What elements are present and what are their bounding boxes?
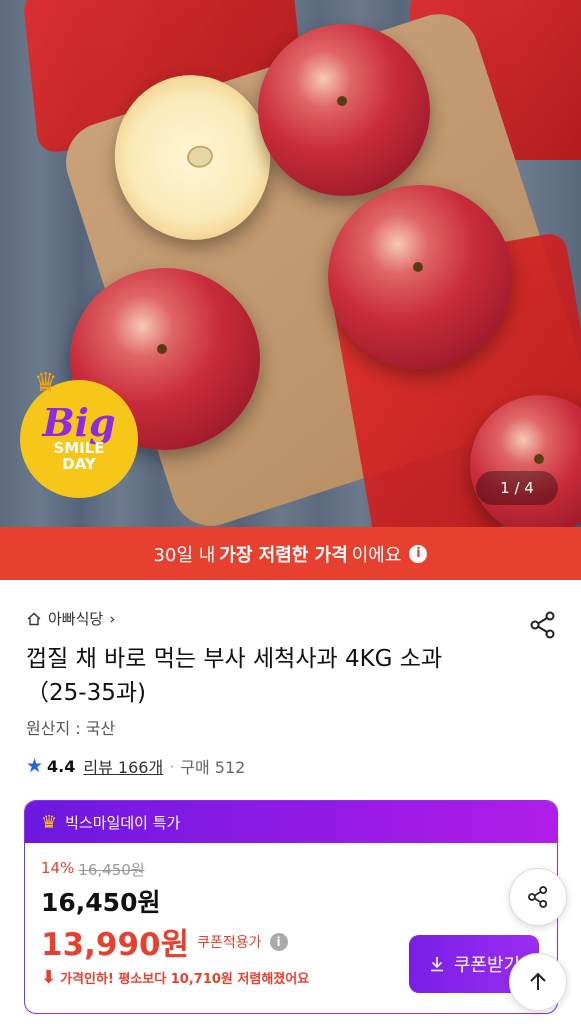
discount-percent: 14%	[41, 859, 75, 877]
crown-icon: ♛	[34, 368, 58, 398]
share-icon[interactable]	[528, 610, 558, 640]
coupon-price-row: 13,990원 쿠폰적용가 i	[41, 919, 288, 964]
big-smile-day-badge: ♛ Big SMILE DAY	[20, 368, 138, 498]
lowest-price-banner[interactable]: 30일 내 가장 저렴한 가격 이에요 i	[0, 527, 581, 580]
price-drop-text: 가격인하! 평소보다 10,710원 저렴해졌어요	[60, 972, 310, 987]
arrow-up-icon	[530, 972, 546, 990]
badge-line2: DAY	[62, 455, 96, 473]
info-icon[interactable]: i	[269, 932, 288, 951]
image-counter: 1 / 4	[476, 471, 558, 505]
banner-prefix: 30일 내	[153, 544, 216, 566]
product-image-carousel[interactable]: ♛ Big SMILE DAY 1 / 4	[0, 0, 581, 527]
star-icon: ★	[26, 755, 44, 777]
chevron-right-icon: ›	[109, 609, 116, 628]
apple-image	[258, 24, 430, 196]
coupon-price-label: 쿠폰적용가	[197, 934, 262, 951]
rating-score: 4.4	[47, 756, 76, 776]
deal-header-label: 빅스마일데이 특가	[65, 813, 181, 832]
product-title: 껍질 채 바로 먹는 부사 세척사과 4KG 소과（25-35과)	[26, 646, 443, 706]
crown-icon: ♛	[41, 811, 58, 833]
deal-card: ♛ 빅스마일데이 특가 14% 16,450원 16,450원 13,990원 …	[24, 800, 558, 1014]
purchase-count: 구매 512	[180, 758, 246, 777]
current-price: 16,450원	[41, 888, 161, 917]
banner-suffix: 이에요	[351, 544, 402, 566]
badge-line1: SMILE	[53, 439, 105, 457]
deal-header: ♛ 빅스마일데이 특가	[25, 801, 557, 843]
original-price: 16,450원	[78, 861, 145, 879]
banner-emphasis: 가장 저렴한 가격	[219, 544, 348, 566]
discount-row: 14% 16,450원	[41, 859, 145, 880]
store-name: 아빠식당	[48, 610, 104, 628]
coupon-price: 13,990원	[41, 927, 190, 963]
floating-share-button[interactable]	[509, 868, 567, 926]
apple-image	[328, 185, 512, 369]
price-drop-note: ⬇ 가격인하! 평소보다 10,710원 저렴해졌어요	[41, 967, 309, 988]
share-icon	[528, 886, 548, 908]
download-icon	[430, 957, 443, 972]
down-arrow-icon: ⬇	[41, 967, 57, 988]
badge-big-text: Big	[42, 400, 116, 445]
origin-info: 원산지 : 국산	[26, 719, 116, 738]
review-count-link[interactable]: 리뷰 166개	[83, 754, 163, 778]
info-icon[interactable]: i	[409, 544, 428, 563]
scroll-to-top-button[interactable]	[509, 953, 567, 1011]
store-link[interactable]: 아빠식당 ›	[26, 608, 115, 629]
separator-dot: ·	[169, 756, 175, 776]
home-icon	[27, 612, 41, 625]
rating-row: ★ 4.4 리뷰 166개 · 구매 512	[26, 754, 245, 778]
